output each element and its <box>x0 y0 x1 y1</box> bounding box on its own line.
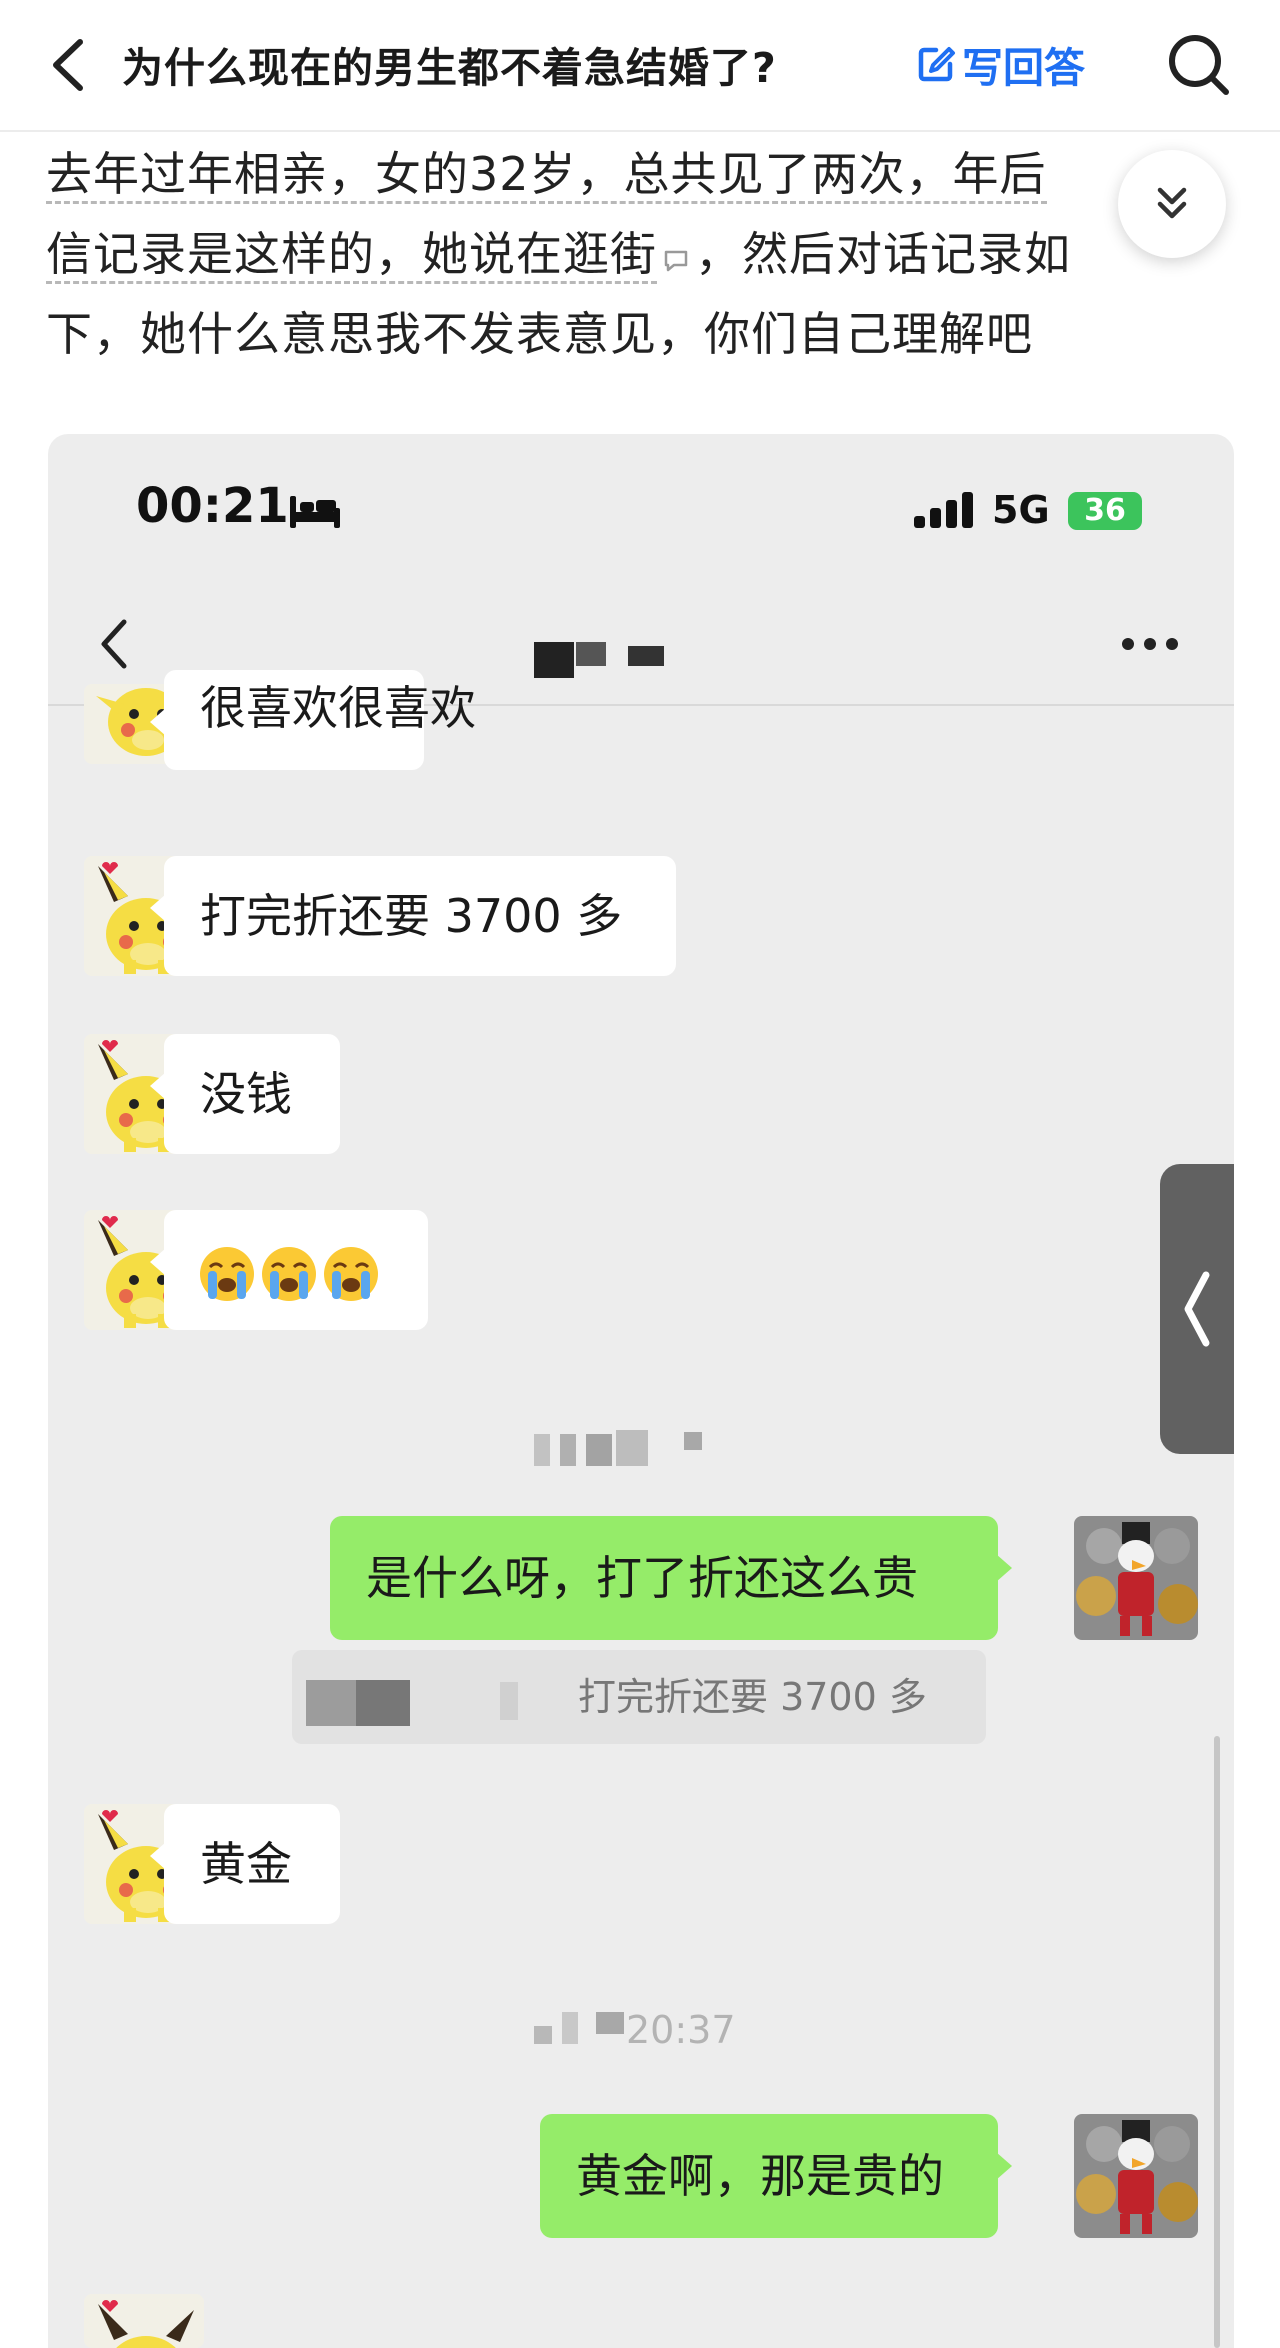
my-avatar[interactable] <box>1074 2114 1198 2238</box>
signal-icon <box>914 492 973 528</box>
timestamp-time: 20:37 <box>626 2008 736 2052</box>
double-chevron-down-icon <box>1157 187 1187 219</box>
timestamp: 20:37 <box>534 2008 794 2054</box>
crying-face-emoji-icon <box>262 1246 316 1301</box>
question-title[interactable]: 为什么现在的男生都不着急结婚了? <box>122 34 777 94</box>
message-bubble-in[interactable]: 没钱 <box>150 1034 340 1154</box>
chat-screenshot[interactable]: 00:21 5G 36 很喜欢很喜欢 打完折还要 3700 多 没钱 是什么呀，… <box>48 434 1234 2348</box>
message-bubble-out[interactable]: 黄金啊，那是贵的 <box>540 2114 1012 2238</box>
question-body: 去年过年相亲，女的32岁，总共见了两次，年后 信记录是这样的，她说在逛街 ，然后对… <box>46 134 1216 374</box>
quote-sender-redacted <box>500 1682 518 1720</box>
back-button[interactable] <box>40 30 100 100</box>
scrollbar[interactable] <box>1214 1736 1220 2348</box>
battery-level: 36 <box>1068 492 1142 530</box>
side-panel-handle[interactable] <box>1160 1164 1234 1454</box>
message-bubble-in[interactable]: 黄金 <box>150 1804 340 1924</box>
scrooge-avatar-icon <box>1074 2114 1198 2238</box>
quoted-reply[interactable]: 打完折还要 3700 多 <box>292 1650 986 1744</box>
top-app-bar: 为什么现在的男生都不着急结婚了? 写回答 <box>0 0 1280 132</box>
message-bubble-out[interactable]: 是什么呀，打了折还这么贵 <box>330 1516 1012 1640</box>
comment-icon[interactable] <box>663 218 689 295</box>
expand-button[interactable] <box>1118 150 1226 258</box>
crying-face-emoji-icon <box>200 1246 254 1301</box>
quote-sender-redacted <box>306 1680 356 1726</box>
question-line-2: 信记录是这样的，她说在逛街 ，然后对话记录如 <box>46 214 1216 294</box>
message-bubble-in[interactable]: 😭😭😭 <box>150 1210 428 1330</box>
timestamp-redacted <box>534 1428 724 1468</box>
her-avatar[interactable] <box>84 2294 204 2348</box>
chat-back-icon[interactable] <box>94 614 134 674</box>
question-line-1: 去年过年相亲，女的32岁，总共见了两次，年后 <box>46 134 1216 214</box>
network-type: 5G <box>992 488 1050 532</box>
contact-name-redacted <box>576 642 606 666</box>
quoted-text: 打完折还要 3700 多 <box>578 1675 927 1719</box>
back-arrow-icon <box>53 39 83 91</box>
chevron-left-icon <box>1184 1271 1210 1347</box>
question-line-3: 下，她什么意思我不发表意见，你们自己理解吧 <box>46 307 1033 361</box>
sleep-mode-icon <box>290 496 340 528</box>
write-answer-label: 写回答 <box>962 44 1085 92</box>
message-bubble-in[interactable]: 打完折还要 3700 多 <box>150 856 676 976</box>
search-icon <box>1169 35 1229 95</box>
status-time: 00:21 <box>136 478 289 534</box>
contact-name-redacted <box>534 642 574 678</box>
search-button[interactable] <box>1164 30 1234 100</box>
phone-status-bar: 00:21 5G 36 <box>48 434 1234 584</box>
crying-face-emoji-icon <box>324 1246 378 1301</box>
pikachu-avatar-icon <box>84 2294 204 2348</box>
message-bubble-in[interactable]: 很喜欢很喜欢 <box>150 670 476 770</box>
edit-icon <box>918 47 955 82</box>
write-answer-button[interactable]: 写回答 <box>916 32 1085 96</box>
scrooge-avatar-icon <box>1074 1516 1198 1640</box>
more-options-icon[interactable] <box>1120 636 1180 652</box>
contact-name-redacted <box>628 646 664 666</box>
quote-sender-redacted <box>356 1680 410 1726</box>
my-avatar[interactable] <box>1074 1516 1198 1640</box>
